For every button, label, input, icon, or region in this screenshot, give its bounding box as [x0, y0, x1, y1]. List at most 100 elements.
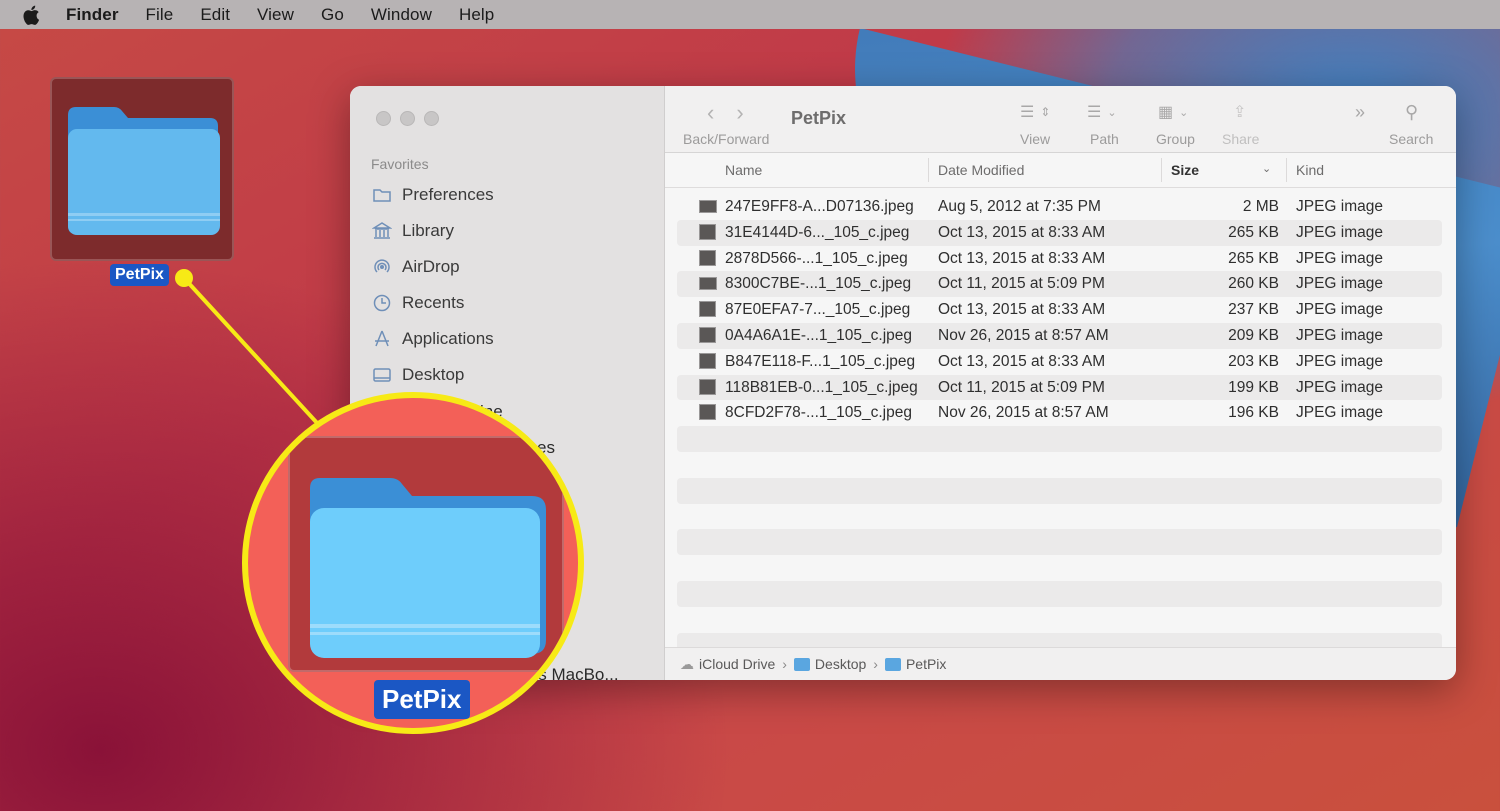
column-kind[interactable]: Kind [1296, 162, 1324, 178]
path-label: iCloud Drive [699, 656, 776, 672]
forward-arrow-icon[interactable]: › [736, 100, 743, 126]
search-label: Search [1389, 131, 1434, 147]
sidebar-item-applications[interactable]: Applications [372, 327, 494, 351]
image-thumbnail-icon [699, 378, 716, 395]
file-date: Oct 13, 2015 at 8:33 AM [938, 352, 1106, 370]
sidebar-item-preferences[interactable]: Preferences [372, 183, 494, 207]
file-kind: JPEG image [1296, 326, 1384, 344]
share-button[interactable]: ⇪ [1233, 102, 1246, 122]
menu-view[interactable]: View [257, 5, 294, 25]
column-divider[interactable] [1286, 158, 1287, 182]
file-date: Oct 11, 2015 at 5:09 PM [938, 275, 1105, 293]
file-size: 2 MB [1242, 198, 1279, 215]
close-button[interactable] [376, 111, 391, 126]
folder-icon [310, 478, 546, 658]
menu-finder[interactable]: Finder [66, 5, 119, 25]
table-row[interactable]: 87E0EFA7-7..._105_c.jpeg Oct 13, 2015 at… [677, 297, 1442, 323]
column-name[interactable]: Name [725, 162, 762, 178]
file-name: 0A4A6A1E-...1_105_c.jpeg [725, 326, 912, 344]
menu-help[interactable]: Help [459, 5, 494, 25]
desktop-folder-label[interactable]: PetPix [110, 264, 169, 286]
menu-go[interactable]: Go [321, 5, 344, 25]
magnified-folder-selection [288, 436, 564, 672]
file-name: 8CFD2F78-...1_105_c.jpeg [725, 404, 912, 422]
empty-row [677, 580, 1442, 607]
table-row[interactable]: 31E4144D-6..._105_c.jpeg Oct 13, 2015 at… [677, 219, 1442, 246]
file-size: 209 KB [1228, 326, 1279, 344]
sort-chevron-down-icon[interactable]: ⌄ [1262, 162, 1271, 175]
file-date: Oct 11, 2015 at 5:09 PM [938, 378, 1105, 396]
sidebar-item-recents[interactable]: Recents [372, 291, 464, 315]
sidebar-item-label: Library [402, 221, 454, 240]
file-size: 203 KB [1228, 352, 1279, 370]
window-controls [376, 111, 439, 126]
menu-bar: Finder File Edit View Go Window Help [0, 0, 1500, 29]
zoom-button[interactable] [424, 111, 439, 126]
empty-row [677, 426, 1442, 452]
file-size: 260 KB [1228, 275, 1279, 293]
file-name: 8300C7BE-...1_105_c.jpeg [725, 275, 912, 293]
file-size: 237 KB [1228, 301, 1279, 319]
back-forward-buttons: ‹ › [707, 100, 744, 126]
column-divider[interactable] [1161, 158, 1162, 182]
table-row[interactable]: 8300C7BE-...1_105_c.jpeg Oct 11, 2015 at… [677, 271, 1442, 298]
sidebar-item-label: Applications [402, 329, 494, 348]
file-kind: JPEG image [1296, 275, 1384, 293]
table-row[interactable]: 8CFD2F78-...1_105_c.jpeg Nov 26, 2015 at… [677, 400, 1442, 426]
sidebar-item-library[interactable]: Library [372, 219, 454, 243]
group-label: Group [1156, 131, 1195, 147]
path-button[interactable]: ☰ ⌄ [1087, 102, 1117, 122]
menu-edit[interactable]: Edit [200, 5, 230, 25]
table-row[interactable]: 0A4A6A1E-...1_105_c.jpeg Nov 26, 2015 at… [677, 322, 1442, 349]
path-item-desktop[interactable]: Desktop [793, 656, 866, 672]
list-view-icon: ☰ [1020, 104, 1035, 121]
back-arrow-icon[interactable]: ‹ [707, 100, 714, 126]
image-thumbnail-icon [699, 352, 716, 369]
desktop-folder-selection[interactable] [50, 77, 234, 261]
file-size: 196 KB [1228, 404, 1279, 422]
menu-file[interactable]: File [146, 5, 174, 25]
file-kind: JPEG image [1296, 198, 1384, 215]
image-thumbnail-icon [699, 223, 716, 240]
file-name: 31E4144D-6..._105_c.jpeg [725, 223, 910, 241]
folder-icon [793, 657, 810, 671]
group-button[interactable]: ▦ ⌄ [1158, 102, 1188, 122]
file-name: 118B81EB-0...1_105_c.jpeg [725, 378, 918, 396]
table-row[interactable]: B847E118-F...1_105_c.jpeg Oct 13, 2015 a… [677, 349, 1442, 375]
file-kind: JPEG image [1296, 404, 1384, 422]
magnified-folder-label: PetPix [374, 680, 470, 719]
table-row[interactable]: 247E9FF8-A...D07136.jpeg Aug 5, 2012 at … [677, 194, 1442, 220]
column-divider[interactable] [928, 158, 929, 182]
sidebar-item-label: Preferences [402, 185, 494, 204]
file-size: 265 KB [1228, 223, 1279, 241]
sidebar-item-desktop[interactable]: Desktop [372, 363, 464, 387]
view-button[interactable]: ☰ ⇕ [1020, 102, 1050, 122]
image-thumbnail-icon [699, 277, 717, 291]
chevron-right-icon: › [782, 656, 787, 672]
file-date: Aug 5, 2012 at 7:35 PM [938, 198, 1101, 215]
minimize-button[interactable] [400, 111, 415, 126]
desktop-icon [372, 365, 392, 385]
library-icon [372, 221, 392, 241]
table-row[interactable]: 2878D566-...1_105_c.jpeg Oct 13, 2015 at… [677, 246, 1442, 272]
search-button[interactable]: ⚲ [1405, 102, 1418, 123]
menu-window[interactable]: Window [371, 5, 432, 25]
more-button[interactable]: » [1355, 102, 1365, 123]
search-icon: ⚲ [1405, 102, 1419, 122]
sidebar-item-airdrop[interactable]: AirDrop [372, 255, 460, 279]
table-row[interactable]: 118B81EB-0...1_105_c.jpeg Oct 11, 2015 a… [677, 374, 1442, 401]
back-forward-label: Back/Forward [683, 131, 770, 147]
chevron-right-icon: › [873, 656, 878, 672]
path-item-petpix[interactable]: PetPix [884, 656, 946, 672]
file-date: Nov 26, 2015 at 8:57 AM [938, 404, 1109, 422]
column-size[interactable]: Size [1171, 162, 1199, 178]
window-title: PetPix [791, 108, 847, 128]
apple-logo-icon[interactable] [22, 4, 42, 26]
path-label: Path [1090, 131, 1119, 147]
column-date-modified[interactable]: Date Modified [938, 162, 1024, 178]
chevron-down-icon: ⌄ [1107, 106, 1117, 119]
folder-icon [68, 107, 220, 235]
empty-row [677, 477, 1442, 504]
file-kind: JPEG image [1296, 249, 1384, 267]
path-item-icloud[interactable]: ☁ iCloud Drive [680, 656, 775, 673]
